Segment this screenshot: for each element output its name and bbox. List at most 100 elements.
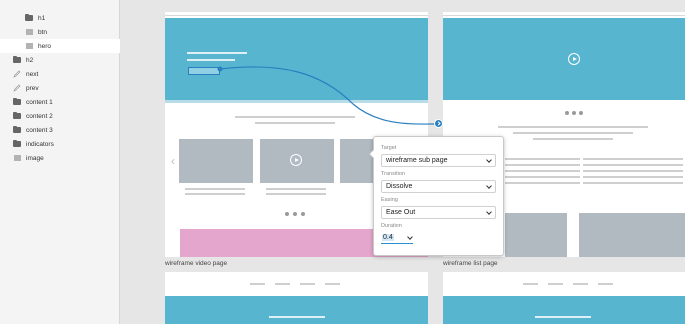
hero-banner[interactable] [165,18,428,100]
hero-subheading-line [187,59,235,61]
rectangle-icon [24,41,34,51]
nav-line [573,283,588,285]
layer-label: next [26,70,39,78]
carousel-indicator[interactable] [301,212,305,216]
top-rule [443,15,685,16]
layer-item-indicators[interactable]: indicators [0,137,120,151]
transition-label: Transition [381,171,405,177]
layer-label: h1 [38,14,46,22]
sub-page-hero [165,296,428,324]
subtitle-line [533,138,613,140]
hero-text-line [535,316,591,318]
caption-line [185,193,245,195]
prototype-transition-popover: Target wireframe sub page Transition Dis… [369,136,504,256]
prev-arrow-icon[interactable]: ‹ [171,154,175,168]
sub-page-hero [443,296,685,324]
layer-label: prev [26,84,39,92]
nav-line [250,283,265,285]
nav-line [300,283,315,285]
folder-icon [12,111,22,121]
pen-icon [12,69,22,79]
artboard-label-video[interactable]: wireframe video page [165,260,227,267]
hero-heading-line [187,52,247,54]
nav-line [523,283,538,285]
play-icon [290,154,302,166]
carousel-indicator[interactable] [285,212,289,216]
content-thumbnail-2[interactable] [260,139,334,183]
list-thumbnail-1[interactable] [505,213,567,257]
list-text-line [505,164,580,166]
chevron-down-icon [486,156,492,163]
section-title-line [235,116,355,118]
layers-panel: h1 btn hero h2 next prev content 1 conte… [0,0,120,324]
layer-item-content-1[interactable]: content 1 [0,95,120,109]
layer-item-image[interactable]: image [0,151,120,165]
nav-line [548,283,563,285]
folder-icon [12,97,22,107]
indicator-dot [579,111,583,115]
list-text-line [583,164,683,166]
list-text-line [505,170,580,172]
list-text-line [583,158,683,160]
hero-button[interactable] [188,67,220,75]
list-text-line [583,182,683,184]
caption-line [266,188,326,190]
nav-line [598,283,613,285]
duration-select[interactable]: 0.4 [381,232,413,244]
carousel-indicator[interactable] [293,212,297,216]
chevron-down-icon [486,208,492,215]
content-thumbnail-1[interactable] [179,139,253,183]
section-subtitle-line [255,122,335,124]
layer-item-btn[interactable]: btn [0,25,120,39]
layer-item-hero[interactable]: hero [0,39,120,53]
list-text-line [583,170,683,172]
artboard-sub-page-1[interactable] [165,272,428,324]
layer-item-content-3[interactable]: content 3 [0,123,120,137]
indicator-dot [565,111,569,115]
list-text-line [505,158,580,160]
transition-value: Dissolve [386,183,413,190]
list-text-line [505,176,580,178]
top-rule [165,15,428,16]
layer-item-h2[interactable]: h2 [0,53,120,67]
caption-line [266,193,326,195]
layer-label: content 3 [26,126,53,134]
layer-label: hero [38,42,52,50]
title-line [498,126,648,128]
rectangle-icon [24,27,34,37]
indicator-dot [572,111,576,115]
layer-item-next[interactable]: next [0,67,120,81]
pen-icon [12,83,22,93]
play-icon [568,53,580,65]
subtitle-line [513,132,633,134]
layer-label: content 2 [26,112,53,120]
caption-line [185,188,245,190]
folder-icon [24,13,34,23]
folder-icon [12,125,22,135]
layer-label: content 1 [26,98,53,106]
layer-label: btn [38,28,48,36]
list-thumbnail-2[interactable] [579,213,685,257]
layer-label: image [26,154,44,162]
link-target-handle-icon[interactable] [434,119,443,128]
layer-item-h1[interactable]: h1 [0,11,120,25]
easing-select[interactable]: Ease Out [381,206,496,219]
easing-label: Easing [381,197,398,203]
hero-shadow [165,100,428,103]
layer-label: indicators [26,140,54,148]
layer-item-content-2[interactable]: content 2 [0,109,120,123]
transition-select[interactable]: Dissolve [381,180,496,193]
duration-label: Duration [381,223,402,229]
folder-icon [12,139,22,149]
list-text-line [505,182,580,184]
folder-icon [12,55,22,65]
duration-value: 0.4 [382,234,394,241]
list-hero-banner[interactable] [443,18,685,100]
target-label: Target [381,145,397,151]
artboard-label-list[interactable]: wireframe list page [443,260,498,267]
layer-item-prev[interactable]: prev [0,81,120,95]
artboard-sub-page-2[interactable] [443,272,685,324]
target-select[interactable]: wireframe sub page [381,154,496,167]
nav-line [275,283,290,285]
layer-label: h2 [26,56,34,64]
